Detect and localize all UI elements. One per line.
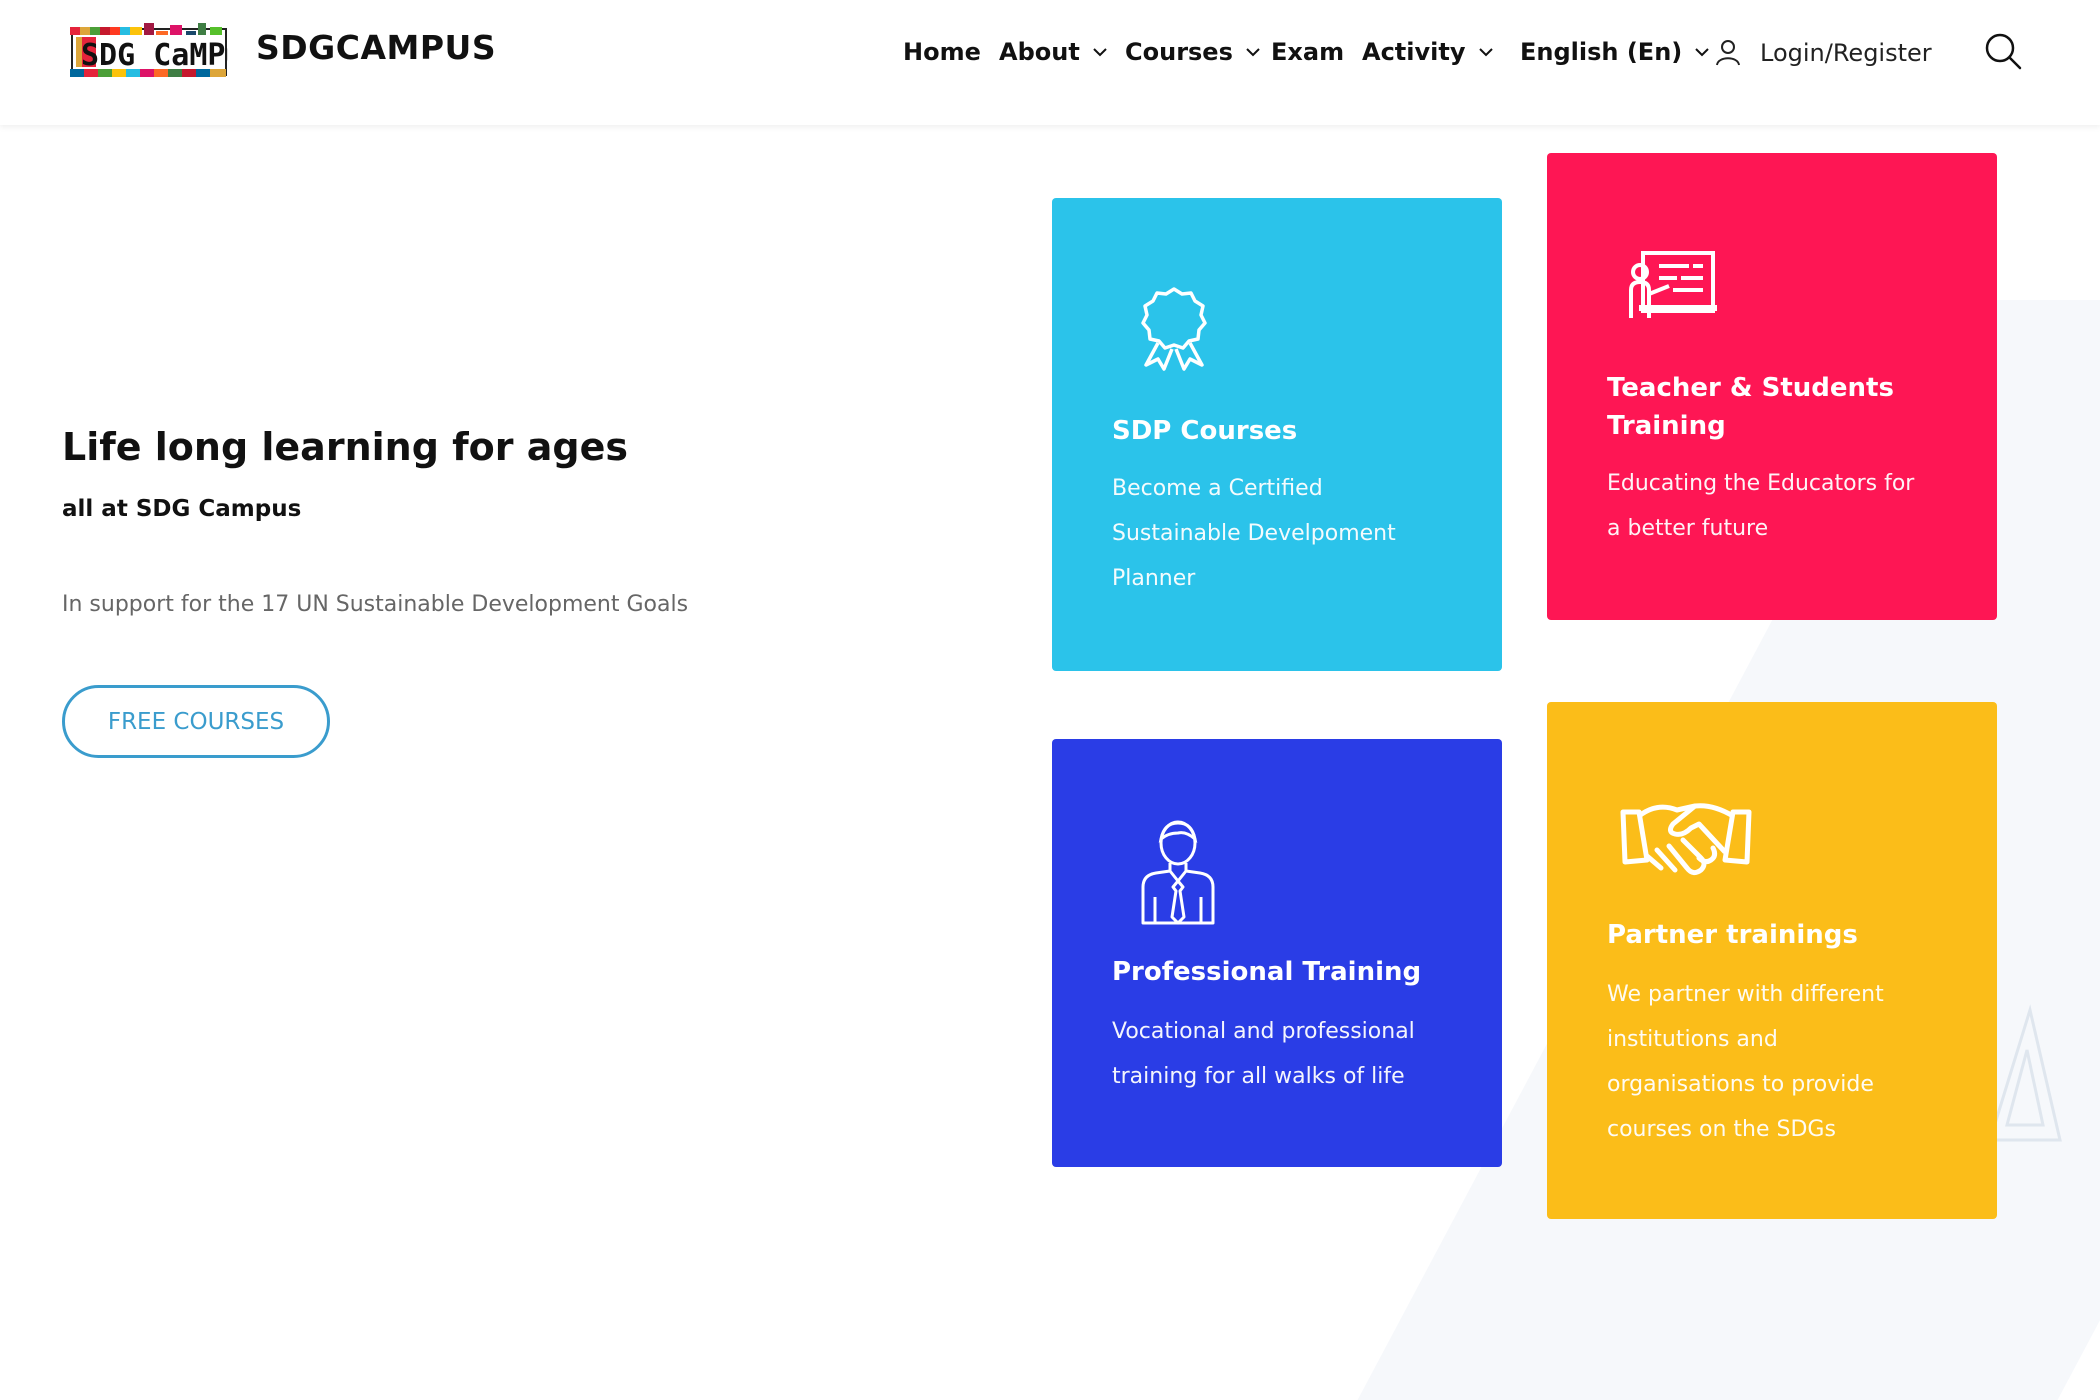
card-description: Vocational and professional training for…: [1112, 1019, 1415, 1089]
brand-name[interactable]: SDGCAMPUS: [256, 28, 496, 67]
card-title: SDP Courses: [1112, 416, 1298, 446]
card-description: Educating the Educators for a better fut…: [1607, 471, 1915, 541]
nav-about[interactable]: About: [999, 30, 1108, 74]
card-teacher-students-training[interactable]: Teacher & Students Training Educating th…: [1547, 153, 1997, 620]
nav-home[interactable]: Home: [903, 30, 981, 74]
search-icon[interactable]: [1984, 32, 2022, 70]
chevron-down-icon: [1695, 48, 1709, 57]
card-sdp-courses[interactable]: SDP Courses Become a Certified Sustainab…: [1052, 198, 1502, 671]
handshake-icon: [1620, 803, 1752, 876]
nav-activity[interactable]: Activity: [1362, 30, 1494, 74]
login-register-link[interactable]: Login/Register: [1716, 33, 1932, 73]
card-description: We partner with different institutions a…: [1607, 982, 1884, 1142]
card-title: Professional Training: [1112, 957, 1422, 987]
card-title: Partner trainings: [1607, 920, 1858, 950]
svg-text:SDG CaMPuS: SDG CaMPuS: [81, 38, 228, 73]
free-courses-button[interactable]: FREE COURSES: [62, 685, 330, 758]
nav-exam[interactable]: Exam: [1271, 30, 1344, 74]
hero-support-text: In support for the 17 UN Sustainable Dev…: [62, 592, 689, 617]
hero-title: Life long learning for ages: [62, 425, 628, 469]
nav-courses[interactable]: Courses: [1125, 30, 1261, 74]
chevron-down-icon: [1246, 48, 1260, 57]
card-description: Become a Certified Sustainable Develpome…: [1112, 476, 1396, 591]
site-header: SDG CaMPuS SDGCAMPUS Home About Courses …: [0, 0, 2100, 125]
user-icon: [1716, 40, 1740, 66]
award-ribbon-icon: [1141, 287, 1207, 371]
chevron-down-icon: [1093, 48, 1107, 57]
triangle-decoration-icon: [1987, 1004, 2062, 1142]
sdg-campus-logo[interactable]: SDG CaMPuS: [70, 23, 228, 79]
card-professional-training[interactable]: Professional Training Vocational and pro…: [1052, 739, 1502, 1167]
card-partner-trainings[interactable]: Partner trainings We partner with differ…: [1547, 702, 1997, 1219]
card-title: Teacher & Students Training: [1607, 373, 1894, 441]
language-selector[interactable]: English (En): [1520, 30, 1710, 74]
businessman-icon: [1141, 820, 1215, 925]
hero-subtitle: all at SDG Campus: [62, 496, 302, 522]
teacher-board-icon: [1629, 251, 1717, 318]
chevron-down-icon: [1478, 48, 1493, 57]
